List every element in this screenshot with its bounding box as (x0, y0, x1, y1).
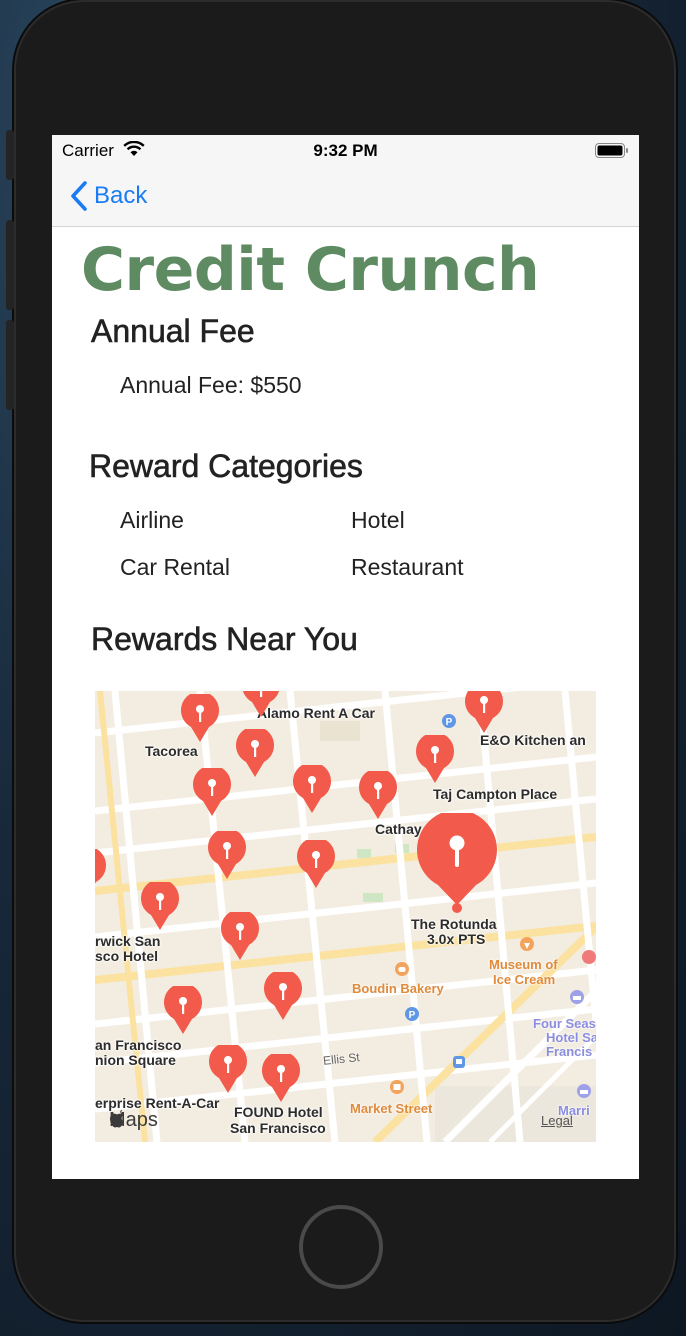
map-pin-icon[interactable] (192, 768, 232, 818)
map-pin-icon[interactable] (241, 691, 281, 719)
poi-label: Market Street (350, 1101, 433, 1116)
home-button[interactable] (299, 1205, 383, 1289)
mute-switch (6, 130, 14, 180)
selected-location-dot (452, 903, 462, 913)
poi-label: Ice Cream (493, 972, 556, 987)
hotel-icon (570, 990, 584, 1004)
map-pin-icon[interactable] (263, 972, 303, 1022)
map-pin-icon[interactable] (415, 735, 455, 785)
hotel-icon (577, 1084, 591, 1098)
parking-icon: P (442, 714, 456, 728)
map-place-label: Tacorea (145, 743, 198, 759)
rewards-near-you-heading: Rewards Near You (91, 621, 358, 658)
map-pin-icon[interactable] (235, 729, 275, 779)
map-pin-icon[interactable] (464, 691, 504, 735)
map-place-label: rwick San (95, 933, 161, 949)
map-pin-icon[interactable] (207, 831, 247, 881)
back-label: Back (94, 182, 148, 209)
map-place-label: sco Hotel (95, 948, 159, 964)
map-pin-icon[interactable] (95, 849, 107, 899)
map-place-label: Taj Campton Place (433, 786, 558, 802)
map-pin-icon[interactable] (296, 840, 336, 890)
annual-fee-heading: Annual Fee (91, 313, 255, 350)
map-place-label: San Francisco (230, 1120, 326, 1136)
rewards-map[interactable]: P P Alamo Rent A Car E&O Kitchen an Taco… (95, 691, 596, 1142)
volume-up-button (6, 220, 14, 310)
poi-label: Boudin Bakery (352, 981, 444, 996)
poi-label: Museum of (489, 957, 558, 972)
map-pin-icon[interactable] (163, 986, 203, 1036)
map-place-label: an Francisco (95, 1037, 182, 1053)
back-chevron-icon (71, 181, 87, 211)
reward-categories-heading: Reward Categories (89, 448, 364, 485)
category-item: Hotel (351, 507, 405, 533)
back-button[interactable]: Back (68, 179, 147, 213)
app-screen: Carrier 9:32 PM Back Credit Crunch Annua… (52, 135, 639, 1179)
map-pin-icon[interactable] (358, 771, 398, 821)
svg-text:P: P (446, 717, 453, 728)
clock: 9:32 PM (313, 141, 378, 160)
transit-icon (453, 1056, 465, 1068)
map-place-label: Cathay (375, 821, 422, 837)
poi-label: Four Seas (533, 1016, 596, 1031)
map-pin-icon[interactable] (180, 694, 220, 744)
apple-maps-attribution: Maps (109, 1109, 158, 1132)
map-place-label: FOUND Hotel (234, 1104, 323, 1120)
battery-icon (595, 143, 629, 163)
parking-icon: P (405, 1007, 419, 1021)
map-pin-icon[interactable] (292, 765, 332, 815)
annual-fee-value: Annual Fee: $550 (120, 372, 302, 398)
volume-down-button (6, 320, 14, 410)
selected-points-label: 3.0x PTS (427, 931, 486, 947)
map-pin-icon[interactable] (140, 882, 180, 932)
app-title: Credit Crunch (81, 235, 540, 305)
map-place-label: nion Square (95, 1052, 176, 1068)
navigation-bar: Back (52, 165, 639, 227)
status-bar: Carrier 9:32 PM (52, 135, 639, 165)
selected-place-label: The Rotunda (411, 916, 497, 932)
selected-map-pin-icon[interactable] (416, 813, 498, 913)
map-pin-icon[interactable] (220, 912, 260, 962)
poi-label: Hotel Sa (546, 1030, 596, 1045)
poi-label: Francis (546, 1044, 593, 1059)
market-icon (390, 1080, 404, 1094)
icecream-icon (520, 937, 534, 951)
map-pin-icon[interactable] (208, 1045, 248, 1095)
category-item: Airline (120, 507, 184, 533)
category-item: Restaurant (351, 554, 464, 580)
apple-logo-icon (110, 1109, 124, 1128)
map-pin-icon[interactable] (261, 1054, 301, 1104)
poi-icon (582, 950, 596, 964)
bakery-icon (395, 962, 409, 976)
category-item: Car Rental (120, 554, 230, 580)
svg-text:P: P (409, 1010, 416, 1021)
legal-link[interactable]: Legal (541, 1113, 573, 1128)
